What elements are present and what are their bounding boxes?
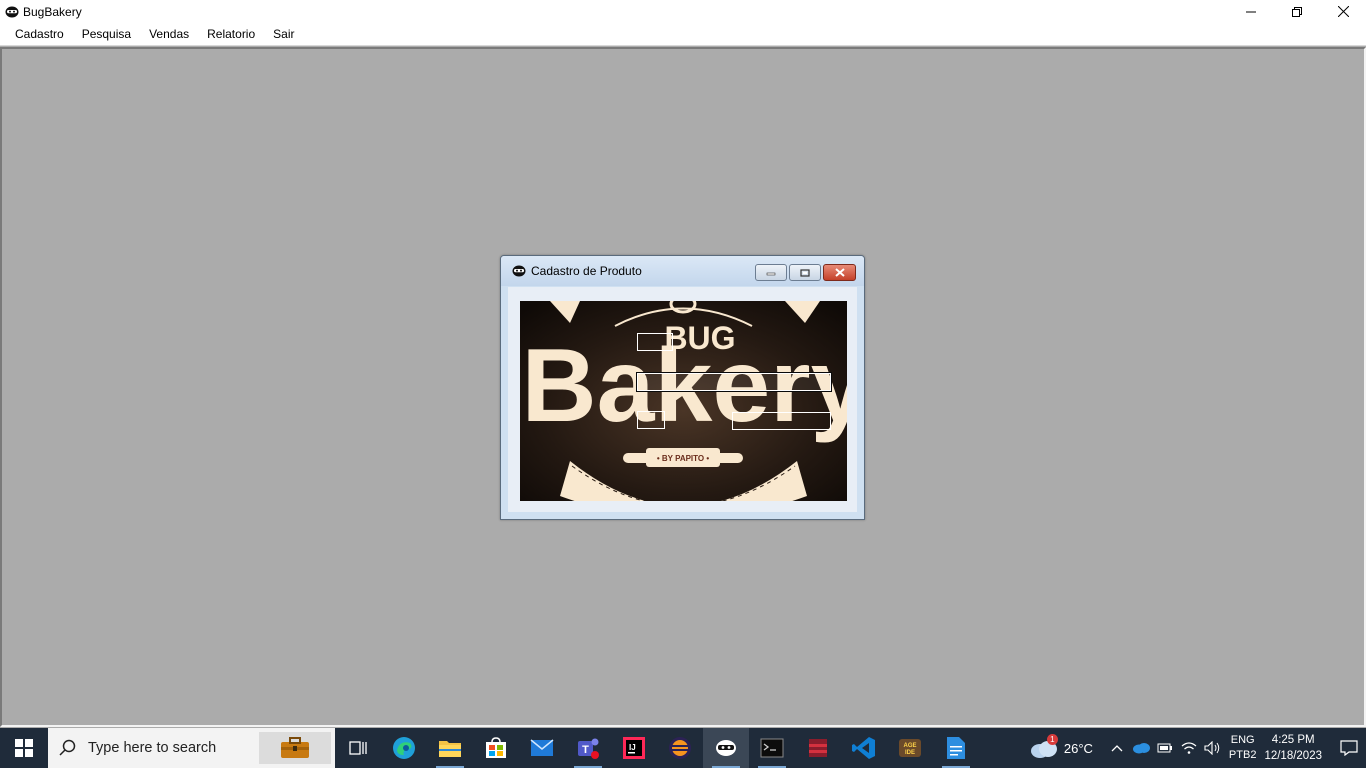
lang-top: ENG	[1230, 734, 1255, 746]
svg-text:IDE: IDE	[905, 750, 915, 756]
svg-text:IJ: IJ	[629, 743, 636, 752]
start-button[interactable]	[0, 728, 48, 768]
label-field-1	[637, 333, 673, 351]
bakery-logo-image: • BY PAPITO • BUG Bakery	[520, 301, 847, 501]
clock-date: 12/18/2023	[1264, 750, 1322, 762]
internal-frame-title: Cadastro de Produto	[531, 264, 642, 278]
internal-frame-titlebar[interactable]: Cadastro de Produto	[501, 256, 864, 286]
windows-logo-icon	[15, 739, 33, 757]
svg-text:T: T	[582, 744, 589, 756]
taskbar-clock[interactable]: 4:25 PM 12/18/2023	[1264, 732, 1322, 764]
weather-temperature: 26°C	[1063, 740, 1093, 756]
minimize-icon	[1246, 11, 1256, 12]
battery-icon[interactable]	[1153, 728, 1177, 768]
aida-icon[interactable]: AGE IDE	[887, 728, 933, 768]
mail-icon[interactable]	[519, 728, 565, 768]
maximize-icon	[800, 268, 810, 277]
search-icon	[48, 739, 88, 757]
restore-button[interactable]	[1274, 0, 1320, 23]
clock-time: 4:25 PM	[1271, 734, 1315, 746]
frame-minimize-button[interactable]	[755, 264, 787, 281]
svg-text:AGE: AGE	[903, 743, 916, 749]
ninja-icon	[511, 263, 527, 279]
frame-close-button[interactable]	[823, 264, 856, 281]
chevron-up-icon[interactable]	[1105, 728, 1129, 768]
intellij-icon[interactable]: IJ	[611, 728, 657, 768]
briefcase-icon[interactable]	[259, 732, 331, 764]
task-view-icon[interactable]	[335, 728, 381, 768]
teams-icon[interactable]: T	[565, 728, 611, 768]
search-placeholder: Type here to search	[88, 740, 217, 756]
store-icon[interactable]	[473, 728, 519, 768]
minimize-icon	[766, 272, 776, 275]
weather-widget[interactable]: 1 26°C	[1030, 734, 1093, 759]
menu-bar: Cadastro Pesquisa Vendas Relatorio Sair	[0, 23, 1366, 46]
taskbar-search-box[interactable]: Type here to search	[48, 728, 335, 768]
restore-icon	[1292, 6, 1302, 17]
lang-bottom: PTB2	[1228, 749, 1257, 761]
onedrive-icon[interactable]	[1129, 728, 1153, 768]
notification-center-icon[interactable]	[1332, 728, 1366, 768]
input-language-indicator[interactable]: ENG PTB2	[1229, 733, 1257, 763]
bakery-logo-graphic: • BY PAPITO • BUG Bakery	[520, 301, 847, 501]
system-tray: 1 26°C ENG PTB2 4:25 PM 12/18/2023	[1030, 728, 1366, 768]
app-titlebar: BugBakery	[0, 0, 1366, 23]
price-input[interactable]	[732, 412, 831, 430]
menu-pesquisa[interactable]: Pesquisa	[73, 23, 140, 46]
internal-frame-cadastro-produto[interactable]: Cadastro de Produto • BY PAPITO • BUG Ba…	[500, 255, 865, 520]
vscode-icon[interactable]	[841, 728, 887, 768]
eclipse-icon[interactable]	[657, 728, 703, 768]
menu-cadastro[interactable]: Cadastro	[6, 23, 73, 46]
volume-icon[interactable]	[1201, 728, 1225, 768]
cloud-icon: 1	[1030, 734, 1058, 759]
winrar-icon[interactable]	[795, 728, 841, 768]
minimize-button[interactable]	[1228, 0, 1274, 23]
java-app-icon[interactable]	[703, 728, 749, 768]
menu-sair[interactable]: Sair	[264, 23, 303, 46]
product-name-input[interactable]	[636, 372, 832, 392]
close-icon	[834, 268, 845, 277]
close-icon	[1337, 6, 1349, 17]
menu-relatorio[interactable]: Relatorio	[198, 23, 264, 46]
internal-frame-content: • BY PAPITO • BUG Bakery	[508, 287, 857, 512]
label-field-2	[637, 411, 665, 429]
menu-vendas[interactable]: Vendas	[140, 23, 198, 46]
byline-text: • BY PAPITO •	[657, 454, 709, 463]
close-button[interactable]	[1320, 0, 1366, 23]
wifi-icon[interactable]	[1177, 728, 1201, 768]
windows-taskbar: Type here to search T IJ AGE IDE 1 26°C …	[0, 728, 1366, 768]
ninja-icon	[4, 4, 20, 20]
edge-icon[interactable]	[381, 728, 427, 768]
file-explorer-icon[interactable]	[427, 728, 473, 768]
app-title: BugBakery	[23, 4, 82, 19]
frame-maximize-button[interactable]	[789, 264, 821, 281]
weather-badge: 1	[1046, 734, 1058, 745]
notepad-icon[interactable]	[933, 728, 979, 768]
terminal-icon[interactable]	[749, 728, 795, 768]
